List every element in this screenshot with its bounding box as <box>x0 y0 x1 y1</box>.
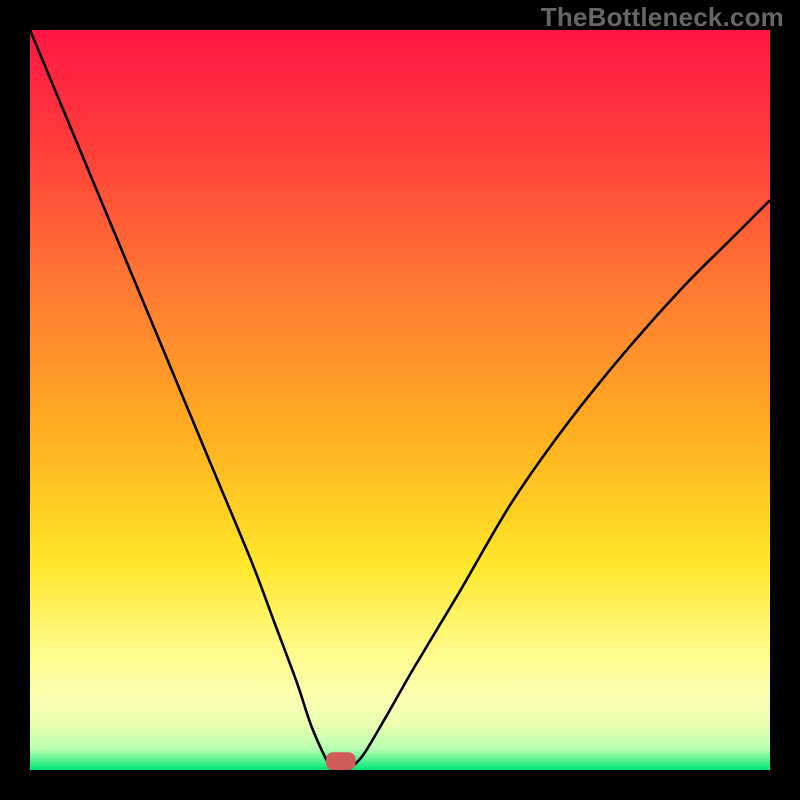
gradient-background <box>30 30 770 770</box>
watermark-text: TheBottleneck.com <box>541 2 784 33</box>
plot-area <box>30 30 770 770</box>
bottom-marker <box>326 752 356 770</box>
chart-frame: TheBottleneck.com <box>0 0 800 800</box>
chart-svg <box>30 30 770 770</box>
